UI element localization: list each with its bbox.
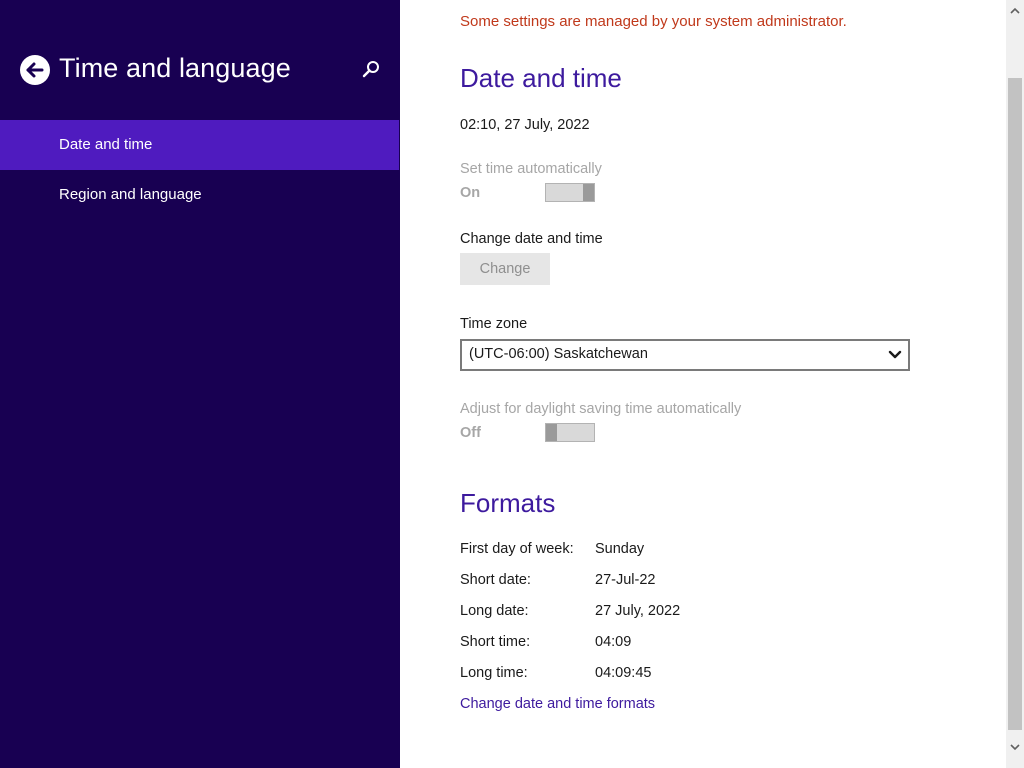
sidebar-item-date-and-time[interactable]: Date and time — [0, 120, 399, 170]
time-zone-dropdown[interactable]: (UTC-06:00) Saskatchewan — [460, 339, 910, 371]
change-formats-link[interactable]: Change date and time formats — [460, 696, 655, 712]
back-button[interactable] — [20, 55, 50, 85]
format-label-long-date: Long date: — [460, 603, 529, 619]
dst-state: Off — [460, 425, 481, 441]
sidebar-item-region-and-language[interactable]: Region and language — [0, 170, 399, 220]
chevron-down-icon — [888, 350, 902, 359]
format-label-first-day: First day of week: — [460, 541, 574, 557]
format-label-short-date: Short date: — [460, 572, 531, 588]
set-time-auto-toggle[interactable] — [545, 183, 595, 202]
sidebar: Time and language Date and time Region a… — [0, 0, 400, 768]
search-button[interactable] — [360, 59, 382, 81]
format-value-short-time: 04:09 — [595, 634, 632, 650]
time-zone-value: (UTC-06:00) Saskatchewan — [469, 346, 648, 362]
sidebar-item-label: Region and language — [59, 186, 202, 203]
change-button[interactable]: Change — [460, 253, 550, 285]
current-date-time: 02:10, 27 July, 2022 — [460, 117, 590, 133]
dst-label: Adjust for daylight saving time automati… — [460, 401, 742, 417]
section-heading-date-and-time: Date and time — [460, 63, 622, 93]
scrollbar-thumb[interactable] — [1008, 78, 1022, 730]
change-date-time-label: Change date and time — [460, 231, 603, 247]
page-title: Time and language — [59, 53, 291, 83]
format-value-first-day: Sunday — [595, 541, 645, 557]
format-value-short-date: 27-Jul-22 — [595, 572, 656, 588]
time-zone-label: Time zone — [460, 316, 528, 332]
set-time-auto-state: On — [460, 185, 481, 201]
search-icon — [362, 61, 379, 78]
format-label-short-time: Short time: — [460, 634, 531, 650]
sidebar-item-label: Date and time — [59, 136, 153, 153]
format-value-long-time: 04:09:45 — [595, 665, 652, 681]
scroll-up-icon[interactable] — [1008, 4, 1022, 18]
dst-toggle[interactable] — [545, 423, 595, 442]
section-heading-formats: Formats — [460, 488, 556, 518]
back-arrow-icon — [26, 62, 44, 78]
toggle-thumb — [583, 184, 594, 201]
format-value-long-date: 27 July, 2022 — [595, 603, 681, 619]
toggle-thumb — [546, 424, 557, 441]
scroll-down-icon[interactable] — [1008, 740, 1022, 754]
admin-notice: Some settings are managed by your system… — [460, 13, 847, 30]
format-label-long-time: Long time: — [460, 665, 528, 681]
set-time-auto-label: Set time automatically — [460, 161, 602, 177]
